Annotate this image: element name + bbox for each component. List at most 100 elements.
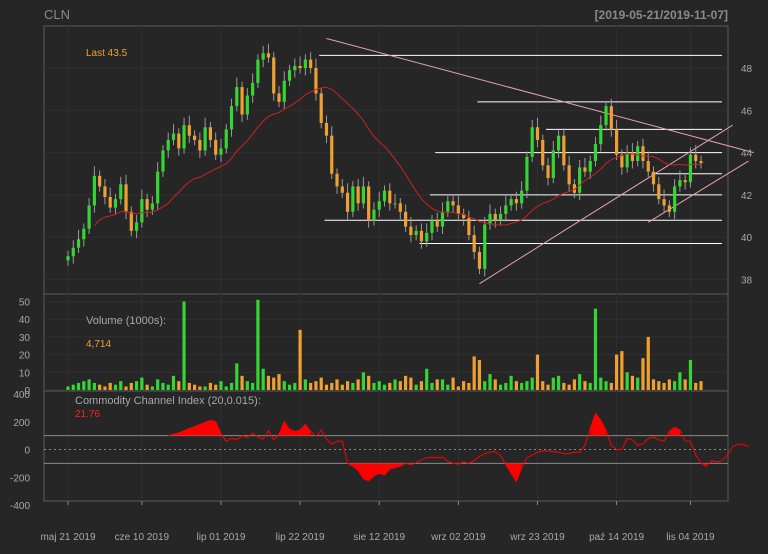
candle-body: [203, 127, 207, 151]
candle-body: [87, 205, 91, 229]
candle-body: [235, 87, 239, 107]
candle-body: [430, 220, 434, 233]
volume-y-tick-label: 10: [19, 368, 31, 379]
candle-body: [277, 93, 281, 102]
volume-bar: [171, 375, 176, 390]
candle-body: [694, 154, 698, 162]
candle-body: [673, 186, 677, 212]
volume-bar: [699, 381, 703, 390]
volume-bar: [340, 384, 344, 390]
volume-bar: [256, 299, 260, 390]
candle-body: [477, 251, 482, 269]
volume-bar: [646, 336, 650, 390]
volume-y-tick-label: 20: [19, 351, 31, 362]
price-y-tick-label: 40: [741, 233, 753, 244]
volume-bar: [356, 379, 360, 390]
x-tick-label: lis 04 2019: [666, 532, 715, 543]
candle-body: [309, 59, 313, 69]
volume-last-value: 4,714: [86, 339, 111, 350]
volume-bar: [678, 372, 682, 390]
candle-body: [625, 152, 629, 168]
candle-body: [261, 53, 265, 60]
cci-y-tick-label: -400: [10, 501, 30, 512]
volume-bar: [240, 375, 244, 390]
candle-body: [119, 184, 123, 200]
volume-bar: [667, 379, 671, 390]
candle-body: [530, 127, 534, 157]
candle-body: [514, 199, 518, 204]
volume-bar: [393, 379, 397, 390]
cci-y-tick-label: 0: [24, 446, 30, 457]
candle-body: [377, 201, 381, 210]
volume-bar: [287, 384, 292, 390]
volume-bar: [440, 379, 445, 390]
volume-bar: [150, 386, 154, 390]
candle-body: [171, 133, 176, 140]
volume-bar: [630, 375, 635, 390]
candle-body: [356, 186, 360, 204]
candle-body: [340, 186, 344, 193]
volume-bar: [583, 381, 587, 390]
candle-body: [71, 247, 75, 257]
candle-body: [699, 161, 703, 164]
candle-body: [140, 199, 144, 223]
volume-bar: [525, 381, 529, 390]
volume-bar: [203, 386, 207, 390]
volume-bar: [462, 381, 466, 390]
candle-body: [525, 156, 529, 191]
x-tick-label: wrz 23 2019: [509, 532, 565, 543]
candle-body: [646, 161, 650, 172]
volume-bar: [345, 381, 350, 390]
candle-body: [367, 186, 371, 221]
candle-body: [498, 213, 503, 221]
volume-bar: [156, 379, 160, 390]
volume-bar: [530, 377, 534, 390]
volume-bar: [92, 382, 96, 390]
x-tick-label: cze 10 2019: [115, 532, 170, 543]
volume-bar: [688, 359, 693, 390]
volume-bar: [87, 379, 91, 390]
candle-body: [683, 180, 687, 183]
candle-body: [182, 125, 186, 149]
candle-body: [520, 190, 524, 204]
volume-bar: [103, 386, 107, 390]
volume-bar: [214, 384, 218, 390]
volume-bar: [293, 382, 297, 390]
candle-body: [657, 184, 661, 200]
candle-body: [361, 186, 365, 204]
volume-bar: [113, 384, 118, 390]
volume-bar: [372, 382, 376, 390]
volume-bar: [98, 384, 102, 390]
volume-bar: [657, 381, 661, 390]
candle-body: [245, 95, 249, 115]
volume-bar: [430, 382, 434, 390]
volume-bar: [535, 354, 540, 390]
candle-body: [472, 235, 476, 252]
candle-body: [636, 146, 640, 162]
volume-bar: [124, 386, 128, 390]
chart-title: CLN: [44, 7, 70, 22]
candle-body: [393, 203, 397, 205]
candle-body: [651, 171, 656, 185]
volume-bar: [193, 384, 197, 390]
candle-body: [620, 154, 624, 168]
volume-y-tick-label: 40: [19, 315, 31, 326]
volume-bar: [609, 382, 613, 390]
candle-body: [108, 196, 112, 208]
volume-bar: [361, 372, 365, 390]
candle-body: [446, 201, 450, 212]
volume-bar: [298, 329, 302, 390]
price-y-tick-label: 46: [741, 106, 753, 117]
last-price-label: Last 43.5: [86, 48, 128, 59]
volume-bar: [319, 377, 323, 390]
cci-y-tick-label: 200: [13, 418, 30, 429]
volume-bar: [367, 375, 371, 390]
volume-bar: [388, 382, 392, 390]
price-y-tick-label: 38: [741, 275, 753, 286]
candle-body: [467, 218, 471, 236]
volume-bar: [604, 381, 608, 390]
volume-bar: [446, 384, 450, 390]
volume-bar: [562, 382, 566, 390]
candle-body: [435, 220, 439, 227]
volume-bar: [187, 382, 191, 390]
